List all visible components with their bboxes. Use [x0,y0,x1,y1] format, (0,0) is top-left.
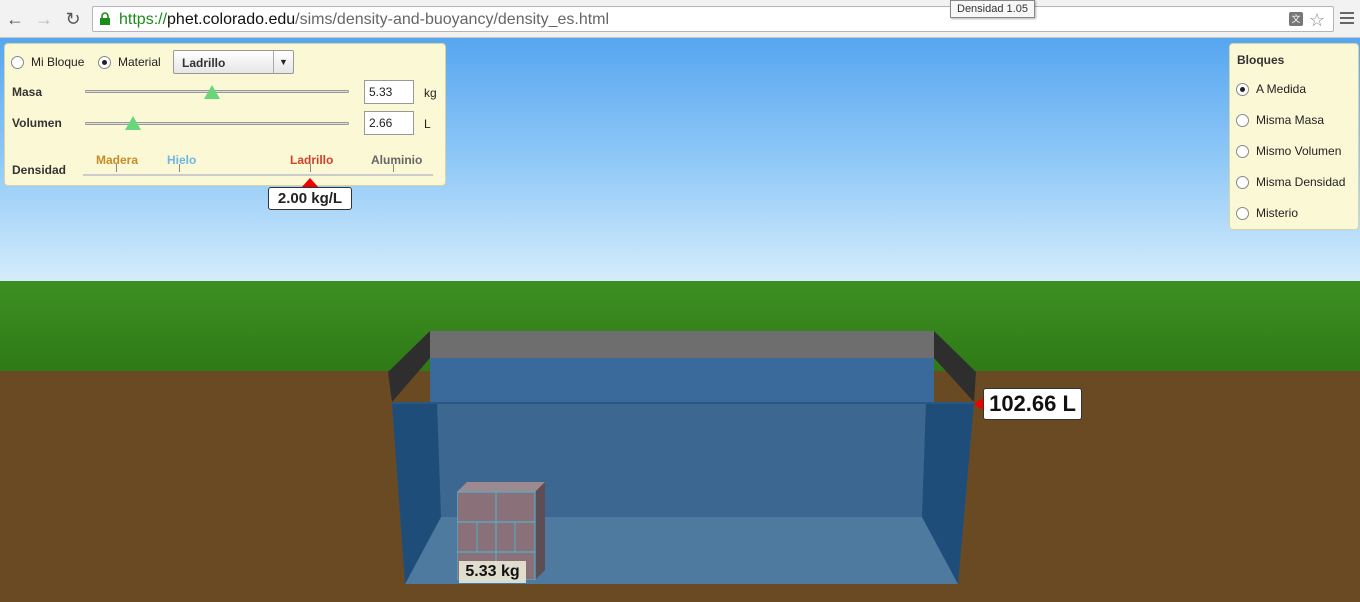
blocks-panel: Bloques A Medida Misma Masa Mismo Volume… [1229,43,1359,230]
radio-misterio[interactable] [1236,207,1249,220]
label-misma-masa: Misma Masa [1256,113,1325,127]
label-misma-densidad: Misma Densidad [1256,175,1346,189]
water-volume-label: 102.66 L [983,388,1082,420]
mass-unit: kg [424,86,437,100]
label-misterio: Misterio [1256,206,1299,220]
label-masa: Masa [12,85,43,99]
chevron-down-icon: ▼ [273,51,293,73]
pool-back-water [430,358,934,403]
material-select[interactable]: Ladrillo ▼ [173,50,294,74]
label-mi-bloque: Mi Bloque [31,55,85,69]
label-densidad: Densidad [12,163,67,177]
label-volumen: Volumen [12,116,62,130]
radio-misma-masa[interactable] [1236,114,1249,127]
pool-left-rim [388,331,430,402]
radio-mismo-volumen[interactable] [1236,145,1249,158]
block-mass-label: 5.33 kg [459,561,526,583]
density-readout: 2.00 kg/L [268,187,352,210]
blocks-panel-title: Bloques [1237,53,1285,67]
density-label-ladrillo: Ladrillo [290,153,334,167]
radio-misma-densidad[interactable] [1236,176,1249,189]
radio-material[interactable] [98,56,111,69]
label-material: Material [118,55,161,69]
mass-slider-thumb[interactable] [203,85,220,99]
material-select-value: Ladrillo [182,56,226,70]
volume-slider-thumb[interactable] [124,116,141,130]
block-control-panel: Mi Bloque Material Ladrillo ▼ Masa 5.33 … [4,43,446,210]
radio-mi-bloque[interactable] [11,56,24,69]
label-mismo-volumen: Mismo Volumen [1256,144,1342,158]
density-label-hielo: Hielo [167,153,197,167]
volume-input[interactable]: 2.66 [364,111,414,135]
pool-right-rim [934,331,976,402]
label-a-medida: A Medida [1256,82,1307,96]
volume-unit: L [424,117,431,131]
pool-back-rim [430,331,934,358]
mass-input[interactable]: 5.33 [364,80,414,104]
density-scale [83,174,433,176]
density-label-aluminio: Aluminio [371,153,423,167]
radio-a-medida[interactable] [1236,83,1249,96]
density-label-madera: Madera [96,153,139,167]
